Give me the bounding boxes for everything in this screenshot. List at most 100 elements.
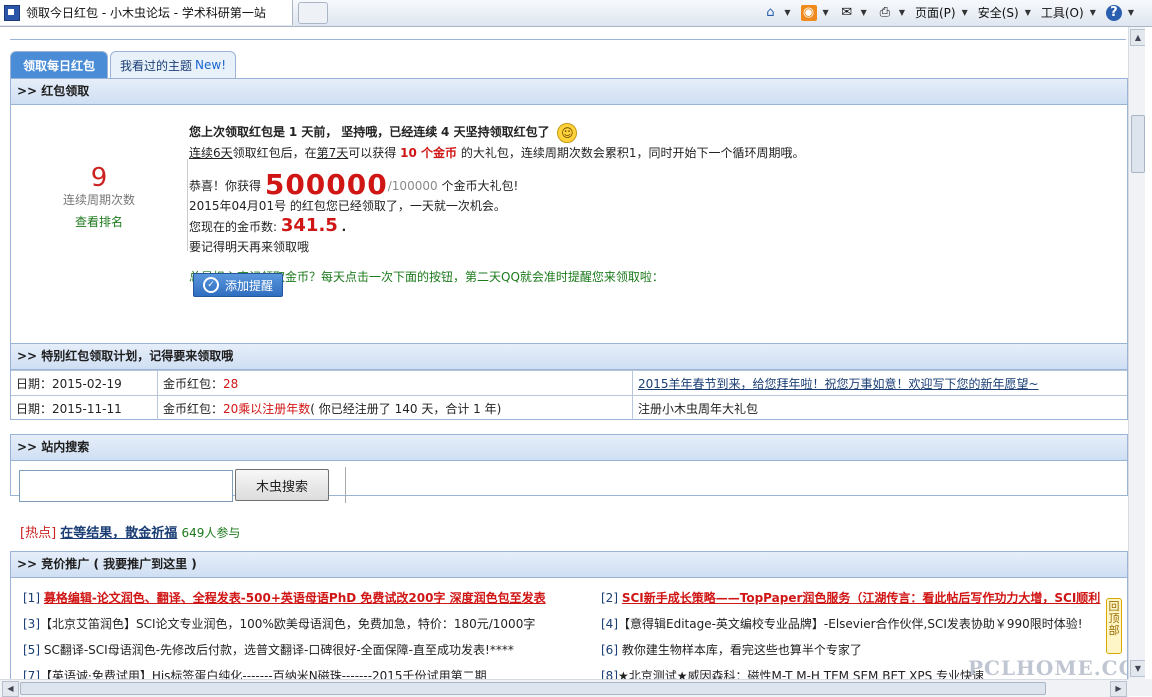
rss-feed-icon[interactable]: ◉ [800,4,817,21]
tab-viewed-topics-label: 我看过的主题 [120,58,193,73]
streak-block: 9 连续周期次数 查看排名 [11,165,187,230]
bonus-rule-text-2: 可以获得 [348,145,397,160]
horizontal-scrollbar[interactable]: ◀ ▶ [0,679,1128,697]
bonus-rule-text-3: 的大礼包，连续周期次数会累积1，同时开始下一个循环周期哦。 [460,145,805,160]
coins-dot: . [341,219,347,234]
browser-tab[interactable]: 领取今日红包 - 小木虫论坛 - 学术科研第一站 [0,0,293,25]
streak-number: 9 [90,163,108,193]
hot-topic: [热点] 在等结果，散金祈福 649人参与 [20,522,240,541]
feed-dropdown-icon[interactable]: ▼ [823,8,829,17]
window-edge [1145,27,1152,679]
top-divider [10,39,1126,40]
browser-toolbar: 领取今日红包 - 小木虫论坛 - 学术科研第一站 ⌂ ▼ ◉ ▼ ✉ ▼ ⎙ ▼ 页面(… [0,0,1152,27]
plan-note-link[interactable]: 2015羊年春节到来，给您拜年啦！祝您万事如意！欢迎写下您的新年愿望~ [638,377,1039,391]
vertical-scrollbar[interactable]: ▲ ▼ [1128,27,1146,679]
list-item[interactable]: [2] SCI新手成长策略——TopPaper润色服务（江湖传言：看此帖后写作功… [601,588,1125,608]
streak-label: 连续周期次数 [62,193,135,207]
ad-index: [6] [601,643,618,657]
ad-link[interactable]: SC翻译-SCI母语润色-先修改后付款，选普文翻译-口碑很好-全面保障-直至成功… [44,643,514,657]
scroll-left-arrow-icon[interactable]: ◀ [2,681,19,697]
ad-link[interactable]: SCI新手成长策略——TopPaper润色服务（江湖传言：看此帖后写作功力大增，… [622,591,1100,605]
ad-link[interactable]: ★北京测试★威因森科：磁性M-T M-H TEM SEM BET XPS 专业快… [618,669,984,679]
safety-menu-dropdown-icon[interactable]: ▼ [1025,8,1031,17]
check-icon: ✓ [202,277,219,293]
plan-note-cell: 注册小木虫周年大礼包 [632,395,1127,420]
list-item[interactable]: [4]【意得辑Editage-英文编校专业品牌】-Elsevier合作伙伴,SC… [601,614,1125,634]
scroll-right-arrow-icon[interactable]: ▶ [1110,681,1127,697]
scrollbar-corner [1128,679,1152,696]
congrats-text: 恭喜！你获得 [189,178,262,193]
home-dropdown-icon[interactable]: ▼ [784,8,790,17]
search-separator [345,467,346,503]
new-badge: New! [195,58,226,72]
plan-coin-cell: 金币红包：20乘以注册年数( 你已经注册了 140 天，合计 1 年) [157,395,633,420]
page-content: 领取每日红包 我看过的主题 New! >> 红包领取 9 连续周期次数 查看排名… [0,27,1128,679]
print-dropdown-icon[interactable]: ▼ [899,8,905,17]
plan-date: 日期：2015-02-19 [11,370,158,396]
new-tab-button[interactable] [298,2,328,24]
vertical-scroll-thumb[interactable] [1131,115,1145,173]
coin-extra: ( 你已经注册了 140 天，合计 1 年) [310,401,502,416]
safety-menu[interactable]: 安全(S) [978,4,1019,21]
list-item[interactable]: [3]【北京艾笛润色】SCI论文专业润色，100%欧美母语润色，免费加急，特价：… [23,614,595,634]
bonus-rule-line: 连续6天领取红包后，在第7天可以获得 10 个金币 的大礼包，连续周期次数会累积… [189,143,1109,163]
mail-icon[interactable]: ✉ [839,5,855,21]
browser-tab-title: 领取今日红包 - 小木虫论坛 - 学术科研第一站 [26,6,266,20]
search-button[interactable]: 木虫搜索 [235,469,329,501]
bonus-coins: 10 个金币 [400,145,458,160]
command-bar: ⌂ ▼ ◉ ▼ ✉ ▼ ⎙ ▼ 页面(P) ▼ 安全(S) ▼ 工具(O) ▼ ? ▼ [762,0,1138,25]
redpacket-panel: >> 红包领取 9 连续周期次数 查看排名 您上次领取红包是 1 天前， 坚持哦… [10,78,1128,344]
ad-link[interactable]: 【北京艾笛润色】SCI论文专业润色，100%欧美母语润色，免费加急，特价：180… [40,617,535,631]
last-claim-days: 1 天前， [288,125,338,139]
coin-value: 20乘以注册年数 [223,401,311,416]
ad-index: [5] [23,643,40,657]
coins-value: 341.5 [280,214,338,236]
help-dropdown-icon[interactable]: ▼ [1128,8,1134,17]
ad-link[interactable]: 【英语诚·免费试用】His标签蛋白纯化-------百纳米N磁珠-------2… [40,669,487,679]
ad-index: [1] [23,591,40,605]
scroll-up-arrow-icon[interactable]: ▲ [1130,29,1146,46]
list-item[interactable]: [5] SC翻译-SCI母语润色-先修改后付款，选普文翻译-口碑很好-全面保障-… [23,640,595,660]
ad-link[interactable]: 【意得辑Editage-英文编校专业品牌】-Elsevier合作伙伴,SCI发表… [618,617,1083,631]
tools-menu-dropdown-icon[interactable]: ▼ [1090,8,1096,17]
bonus-rule-text-1: 领取红包后，在 [232,145,317,160]
streak-divider [187,159,188,251]
add-reminder-button[interactable]: ✓ 添加提醒 [193,273,283,297]
hot-participants: 649人参与 [181,526,241,540]
special-plan-table: 日期：2015-02-19 金币红包：28 2015羊年春节到来，给您拜年啦！祝… [11,370,1127,420]
back-to-top-button[interactable]: 回顶部 [1106,598,1122,654]
tab-viewed-topics[interactable]: 我看过的主题 New! [110,51,236,78]
congrats-suffix: 个金币大礼包! [441,178,519,193]
scroll-down-arrow-icon[interactable]: ▼ [1130,660,1146,677]
list-item[interactable]: [7]【英语诚·免费试用】His标签蛋白纯化-------百纳米N磁珠-----… [23,666,595,679]
horizontal-scroll-thumb[interactable] [20,682,1046,695]
help-icon[interactable]: ? [1105,4,1122,21]
site-search-panel: >> 站内搜索 木虫搜索 [10,434,1128,503]
claimed-date-line: 2015年04月01号 的红包您已经领取了，一天就一次机会。 [189,198,506,213]
table-row: 日期：2015-11-11 金币红包：20乘以注册年数( 你已经注册了 140 … [11,395,1127,420]
promotion-panel: >> 竞价推广 ( 我要推广到这里 ) [1] 募格编辑-论文润色、翻译、全程发… [10,551,1128,679]
tools-menu[interactable]: 工具(O) [1041,4,1084,21]
tab-daily-redpacket[interactable]: 领取每日红包 [10,51,108,78]
plan-date: 日期：2015-11-11 [11,395,158,420]
home-icon[interactable]: ⌂ [762,5,778,21]
coin-label: 金币红包： [163,401,224,416]
print-icon[interactable]: ⎙ [877,5,893,21]
site-search-header: >> 站内搜索 [11,435,1127,461]
list-item[interactable]: [1] 募格编辑-论文润色、翻译、全程发表-500+英语母语PhD 免费试改20… [23,588,595,608]
add-reminder-label: 添加提醒 [224,278,273,293]
ad-link[interactable]: 募格编辑-论文润色、翻译、全程发表-500+英语母语PhD 免费试改200字 深… [44,591,546,605]
page-menu[interactable]: 页面(P) [915,4,956,21]
remember-line: 要记得明天再来领取哦 [189,239,310,254]
ad-index: [3] [23,617,40,631]
mail-dropdown-icon[interactable]: ▼ [861,8,867,17]
ad-link[interactable]: 教你建生物样本库，看完这些也算半个专家了 [622,643,862,657]
hot-topic-link[interactable]: 在等结果，散金祈福 [60,526,177,541]
congrats-line: 恭喜！你获得 500000/100000 个金币大礼包! [189,170,1109,198]
search-input[interactable] [19,470,233,502]
ad-index: [7] [23,669,40,679]
page-menu-dropdown-icon[interactable]: ▼ [962,8,968,17]
view-ranking-link[interactable]: 查看排名 [11,213,187,230]
table-row: 日期：2015-02-19 金币红包：28 2015羊年春节到来，给您拜年啦！祝… [11,370,1127,396]
search-row: 木虫搜索 [11,461,1127,507]
